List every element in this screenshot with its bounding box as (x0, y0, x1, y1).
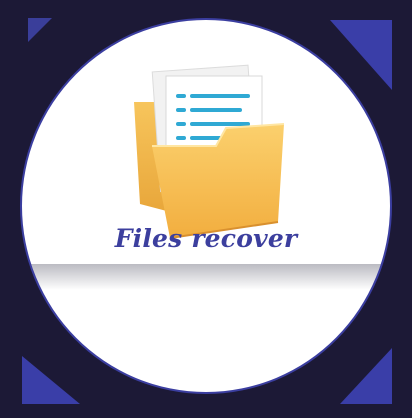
corner-decoration-top-left (28, 18, 52, 42)
files-recover-badge: Files recover (20, 18, 392, 394)
corner-decoration-bottom-right (340, 348, 392, 404)
folder-with-documents-icon (130, 54, 290, 240)
badge-caption: Files recover (114, 224, 298, 253)
corner-decoration-bottom-left (22, 356, 80, 404)
page: { "badge": { "caption": "Files recover",… (0, 0, 412, 418)
shadow-band (22, 264, 390, 290)
